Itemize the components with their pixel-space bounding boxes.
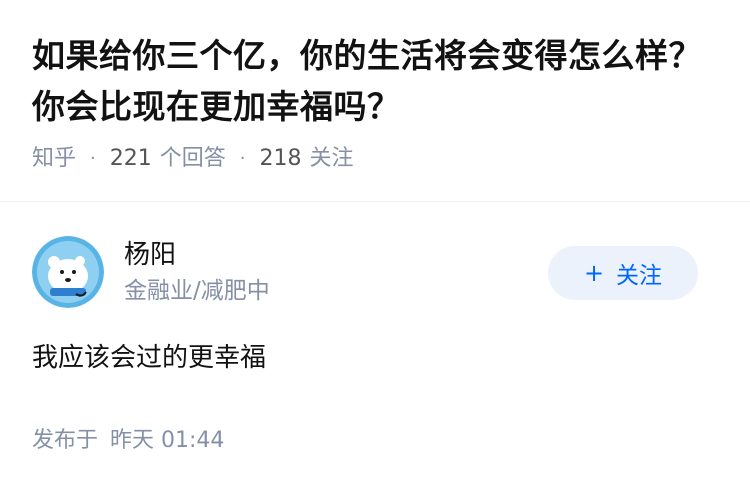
author-info: 杨阳 金融业/减肥中 [124,236,270,308]
source-label[interactable]: 知乎 [32,144,76,174]
divider [0,201,750,202]
separator-dot: · [239,148,246,169]
plus-icon: + [583,259,605,287]
polar-bear-avatar-icon [32,236,104,308]
follow-button-label: 关注 [616,263,663,289]
publish-info: 发布于 昨天 01:44 [32,426,718,456]
question-meta: 知乎 · 221 个回答 · 218 关注 [32,144,722,174]
follower-count-label: 关注 [309,146,354,171]
author-name[interactable]: 杨阳 [124,236,270,274]
separator-dot: · [90,148,96,169]
follow-button[interactable]: + 关注 [548,246,698,300]
question-title[interactable]: 如果给你三个亿，你的生活将会变得怎么样？你会比现在更加幸福吗？ [32,30,722,132]
author-row: 杨阳 金融业/减肥中 + 关注 [32,236,718,310]
question-header: 如果给你三个亿，你的生活将会变得怎么样？你会比现在更加幸福吗？ 知乎 · 221… [32,30,722,174]
publish-prefix: 发布于 [32,428,99,453]
answer-count: 221 [109,146,152,171]
answer-card: 杨阳 金融业/减肥中 + 关注 我应该会过的更幸福 发布于 昨天 01:44 [32,236,718,456]
answer-content[interactable]: 我应该会过的更幸福 [32,340,718,376]
publish-time: 昨天 01:44 [110,428,225,453]
follower-count: 218 [259,146,302,171]
question-page: 如果给你三个亿，你的生活将会变得怎么样？你会比现在更加幸福吗？ 知乎 · 221… [0,0,750,490]
answer-count-label: 个回答 [159,146,226,171]
author-headline: 金融业/减肥中 [124,278,270,304]
avatar[interactable] [32,236,104,308]
